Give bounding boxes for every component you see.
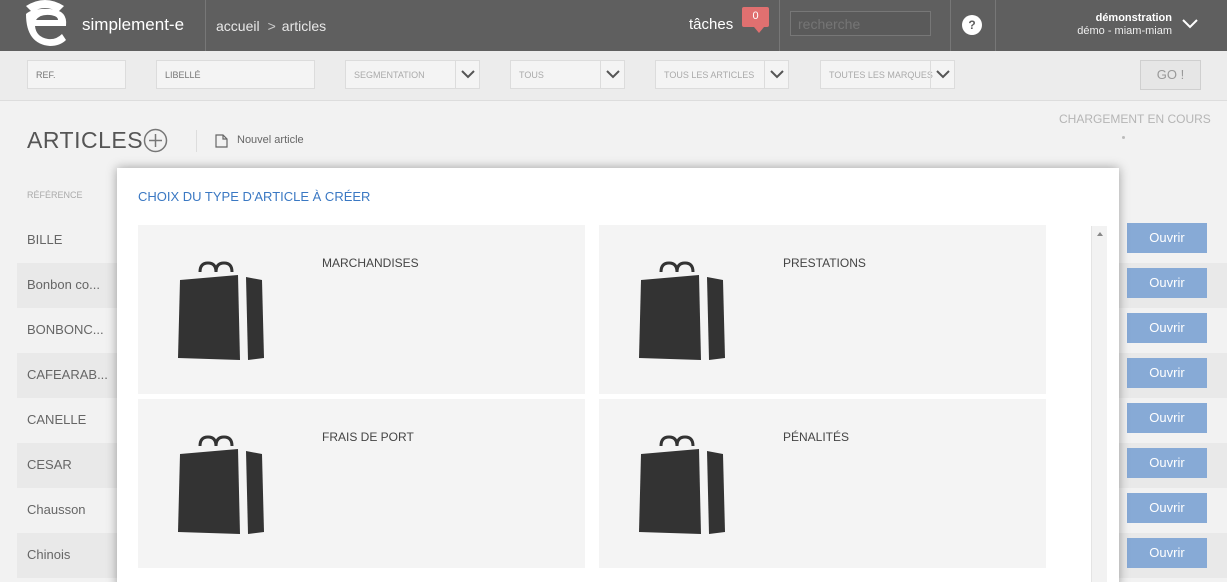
chevron-down-icon [455,61,479,88]
new-article-link[interactable]: Nouvel article [237,134,304,146]
shopping-bag-icon [178,435,264,534]
shopping-bag-icon [639,261,725,360]
libelle-filter-input[interactable] [156,60,315,89]
article-type-value: TOUS LES ARTICLES [664,70,755,80]
card-penalites[interactable]: PÉNALITÉS [599,399,1046,568]
open-button[interactable]: Ouvrir [1127,538,1207,568]
chevron-down-icon [600,61,624,88]
status-value: TOUS [519,70,544,80]
card-prestations[interactable]: PRESTATIONS [599,225,1046,394]
user-company: démo - miam-miam [1077,25,1172,37]
ref-filter-input[interactable] [27,60,126,89]
divider [995,0,996,51]
divider [205,0,206,51]
card-label: FRAIS DE PORT [322,430,414,444]
loading-status: CHARGEMENT EN COURS [1059,112,1211,126]
segmentation-select[interactable]: SEGMENTATION [345,60,480,89]
help-icon[interactable]: ? [962,15,982,35]
scroll-up-icon[interactable] [1095,229,1105,239]
scrollbar[interactable] [1091,226,1107,582]
status-select[interactable]: TOUS [510,60,625,89]
article-type-modal: CHOIX DU TYPE D'ARTICLE À CRÉER MARCHAND… [117,168,1119,582]
segmentation-value: SEGMENTATION [354,70,425,80]
card-marchandises[interactable]: MARCHANDISES [138,225,585,394]
chevron-down-icon [764,61,788,88]
document-icon[interactable] [215,134,228,148]
divider [779,0,780,51]
filter-bar: SEGMENTATION TOUS TOUS LES ARTICLES TOUT… [0,51,1227,101]
open-button[interactable]: Ouvrir [1127,448,1207,478]
brand-select[interactable]: TOUTES LES MARQUES [820,60,955,89]
row-reference[interactable]: Chinois [27,547,70,562]
open-button[interactable]: Ouvrir [1127,493,1207,523]
card-frais-de-port[interactable]: FRAIS DE PORT [138,399,585,568]
row-reference[interactable]: CANELLE [27,412,86,427]
card-label: MARCHANDISES [322,256,419,270]
top-bar: simplement-e accueil > articles tâches 0 ?… [0,0,1227,51]
row-reference[interactable]: CESAR [27,457,72,472]
add-circle-icon[interactable] [143,128,168,153]
card-label: PÉNALITÉS [783,430,850,444]
article-type-select[interactable]: TOUS LES ARTICLES [655,60,789,89]
row-reference[interactable]: Chausson [27,502,86,517]
tasks-count-badge[interactable]: 0 [742,7,769,33]
open-button[interactable]: Ouvrir [1127,223,1207,253]
chevron-down-icon[interactable] [1180,14,1200,34]
open-button[interactable]: Ouvrir [1127,403,1207,433]
row-reference[interactable]: BONBONC... [27,322,104,337]
row-reference[interactable]: BILLE [27,232,62,247]
divider [950,0,951,51]
page-title: ARTICLES [27,127,144,153]
breadcrumb: accueil > articles [216,18,326,34]
chevron-down-icon [930,61,954,88]
tasks-label[interactable]: tâches [689,16,733,33]
open-button[interactable]: Ouvrir [1127,268,1207,298]
breadcrumb-separator: > [267,18,276,34]
search-input[interactable] [790,11,931,36]
shopping-bag-icon [639,435,725,534]
column-header-reference: RÉFÉRENCE [27,190,83,200]
brand-name[interactable]: simplement-e [82,15,184,35]
shopping-bag-icon [178,261,264,360]
modal-title: CHOIX DU TYPE D'ARTICLE À CRÉER [138,189,371,204]
user-name: démonstration [1095,12,1172,24]
open-button[interactable]: Ouvrir [1127,313,1207,343]
row-reference[interactable]: CAFEARAB... [27,367,108,382]
brand-value: TOUTES LES MARQUES [829,70,933,80]
open-button[interactable]: Ouvrir [1127,358,1207,388]
go-button[interactable]: GO ! [1140,60,1201,90]
breadcrumb-home[interactable]: accueil [216,18,260,34]
loading-dot [1122,136,1125,139]
card-label: PRESTATIONS [783,256,866,270]
breadcrumb-articles[interactable]: articles [282,18,326,34]
row-reference[interactable]: Bonbon co... [27,277,100,292]
user-menu[interactable]: démonstration démo - miam-miam [1077,12,1172,38]
divider [196,130,197,152]
logo-icon[interactable] [20,0,70,50]
